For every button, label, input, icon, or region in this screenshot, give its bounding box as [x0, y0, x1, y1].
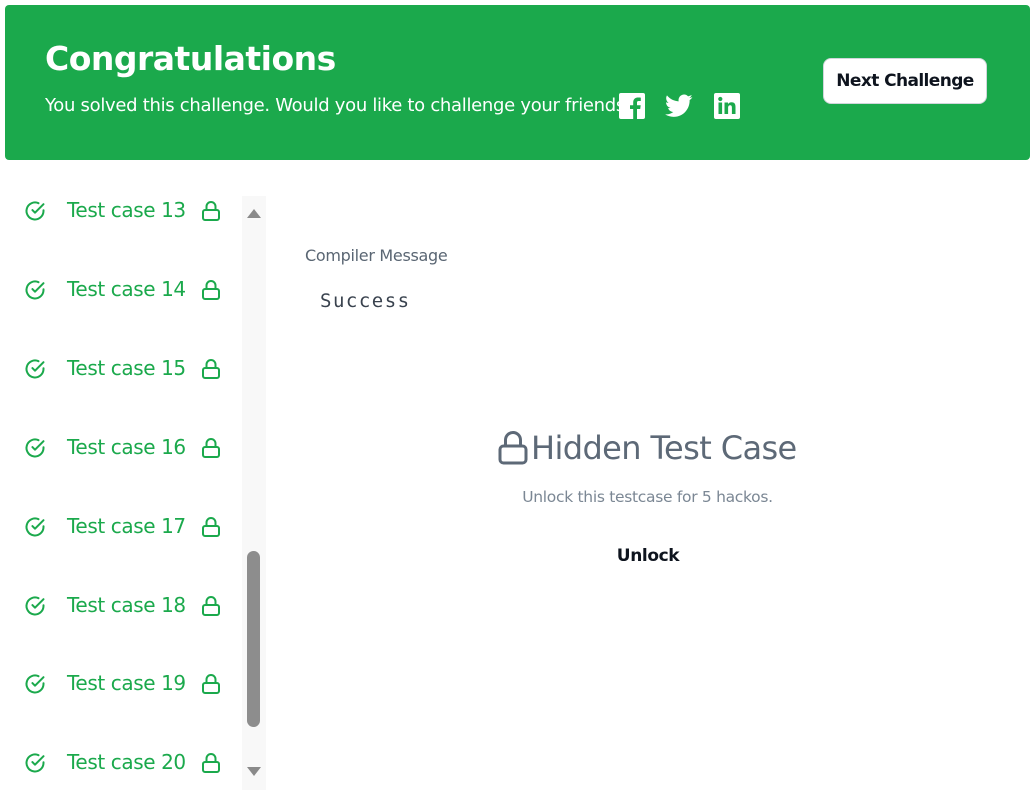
- test-case-item-18[interactable]: Test case 18: [5, 585, 241, 625]
- test-case-list: Test case 13 Test case 14 Test case 15 T…: [5, 196, 241, 790]
- facebook-icon[interactable]: [619, 93, 645, 119]
- compiler-message-label: Compiler Message: [305, 246, 448, 265]
- lock-icon: [498, 431, 528, 465]
- test-case-label: Test case 16: [67, 435, 186, 459]
- check-circle-icon: [25, 517, 45, 537]
- test-case-label: Test case 15: [67, 356, 186, 380]
- test-case-item-16[interactable]: Test case 16: [5, 427, 241, 467]
- banner-title: Congratulations: [45, 39, 336, 78]
- success-banner: Congratulations You solved this challeng…: [5, 5, 1030, 160]
- test-case-item-15[interactable]: Test case 15: [5, 348, 241, 388]
- test-case-item-17[interactable]: Test case 17: [5, 506, 241, 546]
- next-challenge-button[interactable]: Next Challenge: [823, 58, 987, 104]
- check-circle-icon: [25, 596, 45, 616]
- banner-subtitle: You solved this challenge. Would you lik…: [45, 95, 635, 116]
- compiler-message-value: Success: [320, 290, 411, 312]
- test-case-label: Test case 14: [67, 277, 186, 301]
- check-circle-icon: [25, 438, 45, 458]
- lock-icon: [202, 359, 220, 379]
- test-case-label: Test case 17: [67, 514, 186, 538]
- lock-icon: [202, 517, 220, 537]
- lock-icon: [202, 438, 220, 458]
- check-circle-icon: [25, 753, 45, 773]
- lock-icon: [202, 753, 220, 773]
- lock-icon: [202, 201, 220, 221]
- check-circle-icon: [25, 359, 45, 379]
- unlock-note: Unlock this testcase for 5 hackos.: [522, 488, 773, 506]
- check-circle-icon: [25, 201, 45, 221]
- lock-icon: [202, 596, 220, 616]
- test-case-item-13[interactable]: Test case 13: [5, 196, 241, 230]
- test-case-label: Test case 20: [67, 750, 186, 774]
- scroll-down-arrow-icon[interactable]: [247, 767, 261, 776]
- scroll-up-arrow-icon[interactable]: [247, 209, 261, 218]
- hidden-test-case-title: Hidden Test Case: [531, 429, 797, 467]
- test-case-label: Test case 18: [67, 593, 186, 617]
- scrollbar-thumb[interactable]: [247, 551, 260, 727]
- lock-icon: [202, 674, 220, 694]
- check-circle-icon: [25, 280, 45, 300]
- test-case-scrollbar[interactable]: [242, 196, 266, 790]
- twitter-icon[interactable]: [665, 94, 693, 120]
- test-case-label: Test case 13: [67, 198, 186, 222]
- linkedin-icon[interactable]: [714, 93, 740, 119]
- test-case-item-19[interactable]: Test case 19: [5, 663, 241, 703]
- check-circle-icon: [25, 674, 45, 694]
- test-case-item-20[interactable]: Test case 20: [5, 742, 241, 782]
- test-case-label: Test case 19: [67, 671, 186, 695]
- unlock-button[interactable]: Unlock: [598, 542, 698, 570]
- hidden-test-case-heading: Hidden Test Case: [497, 428, 797, 468]
- lock-icon: [202, 280, 220, 300]
- test-case-item-14[interactable]: Test case 14: [5, 269, 241, 309]
